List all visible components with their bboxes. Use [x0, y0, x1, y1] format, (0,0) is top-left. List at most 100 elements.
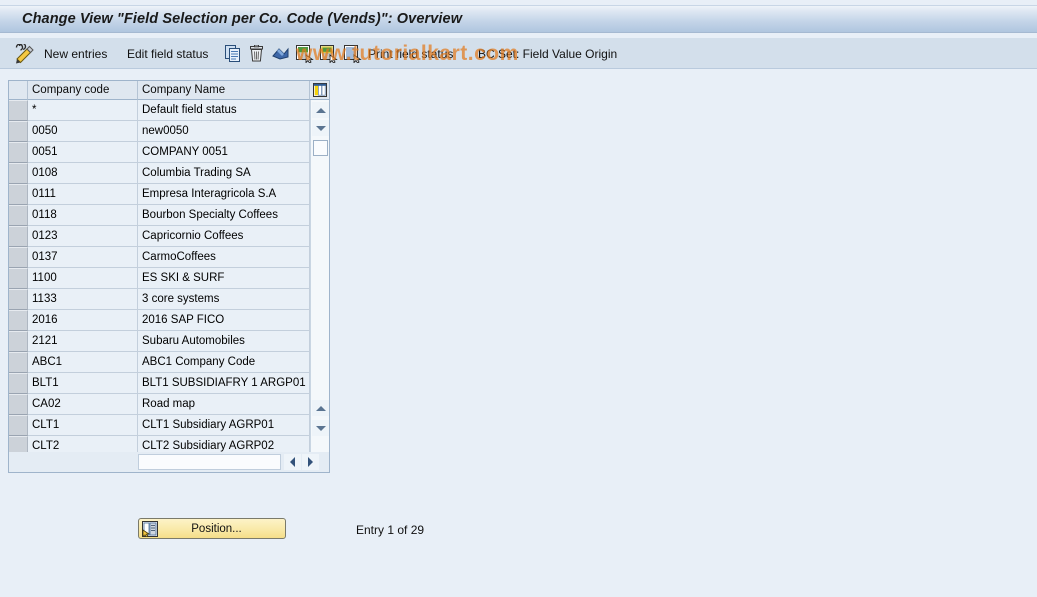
row-selector-button[interactable]: [9, 142, 28, 163]
row-selector-button[interactable]: [9, 268, 28, 289]
cell-company-code[interactable]: 2121: [28, 331, 138, 352]
scroll-left-button[interactable]: [284, 454, 301, 470]
scroll-down-button[interactable]: [312, 120, 329, 136]
row-selector-button[interactable]: [9, 436, 28, 452]
print-field-status-label: Print field status: [368, 46, 454, 61]
new-entries-button[interactable]: New entries: [44, 38, 107, 69]
scroll-page-down-button[interactable]: [312, 420, 329, 436]
cell-company-code[interactable]: 1100: [28, 268, 138, 289]
edit-pencil-icon[interactable]: [14, 38, 36, 69]
cell-company-code[interactable]: BLT1: [28, 373, 138, 394]
edit-field-status-button[interactable]: Edit field status: [127, 38, 208, 69]
column-settings-icon[interactable]: [310, 81, 329, 100]
select-all-icon[interactable]: [296, 38, 314, 69]
table-row[interactable]: BLT1 BLT1 SUBSIDIAFRY 1 ARGP01: [9, 373, 329, 394]
cell-company-code[interactable]: ABC1: [28, 352, 138, 373]
row-selector-button[interactable]: [9, 100, 28, 121]
entry-counter: Entry 1 of 29: [356, 523, 425, 537]
select-block-icon-glyph: [344, 44, 362, 64]
cell-company-code[interactable]: 2016: [28, 310, 138, 331]
cell-company-name[interactable]: Default field status: [138, 100, 310, 121]
copy-icon[interactable]: [225, 38, 241, 69]
cell-company-code[interactable]: 0118: [28, 205, 138, 226]
table-row[interactable]: 0123 Capricornio Coffees: [9, 226, 329, 247]
deselect-all-icon[interactable]: [320, 38, 338, 69]
table-row[interactable]: 2121 Subaru Automobiles: [9, 331, 329, 352]
cell-company-name[interactable]: COMPANY 0051: [138, 142, 310, 163]
cell-company-code[interactable]: CLT1: [28, 415, 138, 436]
position-button[interactable]: Position...: [138, 518, 286, 539]
cell-company-code[interactable]: CLT2: [28, 436, 138, 452]
table-row[interactable]: 0111 Empresa Interagricola S.A: [9, 184, 329, 205]
table-row[interactable]: CLT1 CLT1 Subsidiary AGRP01: [9, 415, 329, 436]
cell-company-name[interactable]: Road map: [138, 394, 310, 415]
row-selector-button[interactable]: [9, 226, 28, 247]
cell-company-name[interactable]: ABC1 Company Code: [138, 352, 310, 373]
row-selector-button[interactable]: [9, 205, 28, 226]
cell-company-code[interactable]: 0123: [28, 226, 138, 247]
row-selector-button[interactable]: [9, 415, 28, 436]
table-row[interactable]: 0118 Bourbon Specialty Coffees: [9, 205, 329, 226]
cell-company-name[interactable]: BLT1 SUBSIDIAFRY 1 ARGP01: [138, 373, 310, 394]
table-row[interactable]: * Default field status: [9, 100, 329, 121]
cell-company-code[interactable]: 1133: [28, 289, 138, 310]
cell-company-code[interactable]: 0108: [28, 163, 138, 184]
undo-icon[interactable]: [271, 38, 290, 69]
row-selector-button[interactable]: [9, 373, 28, 394]
table-row[interactable]: 0051 COMPANY 0051: [9, 142, 329, 163]
cell-company-name[interactable]: CLT2 Subsidiary AGRP02: [138, 436, 310, 452]
row-selector-button[interactable]: [9, 247, 28, 268]
bc-set-field-value-origin-button[interactable]: BC Set: Field Value Origin: [478, 38, 617, 69]
table-row[interactable]: ABC1 ABC1 Company Code: [9, 352, 329, 373]
row-selector-button[interactable]: [9, 289, 28, 310]
header-select-all-cell[interactable]: [9, 81, 28, 100]
table-row[interactable]: 0137 CarmoCoffees: [9, 247, 329, 268]
table-row[interactable]: 1133 3 core systems: [9, 289, 329, 310]
cell-company-name[interactable]: Capricornio Coffees: [138, 226, 310, 247]
table-row[interactable]: 0050 new0050: [9, 121, 329, 142]
cell-company-name[interactable]: Bourbon Specialty Coffees: [138, 205, 310, 226]
cell-company-code[interactable]: CA02: [28, 394, 138, 415]
table-header-row: Company code Company Name: [9, 81, 329, 100]
table-row[interactable]: 0108 Columbia Trading SA: [9, 163, 329, 184]
cell-company-code[interactable]: 0051: [28, 142, 138, 163]
window-title-bar: Change View "Field Selection per Co. Cod…: [0, 5, 1037, 33]
delete-trash-icon[interactable]: [249, 38, 264, 69]
cell-company-name[interactable]: CarmoCoffees: [138, 247, 310, 268]
table-horizontal-scrollbar[interactable]: [9, 452, 329, 472]
cell-company-name[interactable]: 3 core systems: [138, 289, 310, 310]
row-selector-button[interactable]: [9, 121, 28, 142]
cell-company-code[interactable]: 0137: [28, 247, 138, 268]
row-selector-button[interactable]: [9, 163, 28, 184]
row-selector-button[interactable]: [9, 184, 28, 205]
cell-company-name[interactable]: Empresa Interagricola S.A: [138, 184, 310, 205]
cell-company-name[interactable]: 2016 SAP FICO: [138, 310, 310, 331]
scrollbar-thumb[interactable]: [313, 140, 328, 156]
scroll-page-up-button[interactable]: [312, 400, 329, 416]
cell-company-name[interactable]: CLT1 Subsidiary AGRP01: [138, 415, 310, 436]
cell-company-name[interactable]: ES SKI & SURF: [138, 268, 310, 289]
row-selector-button[interactable]: [9, 310, 28, 331]
table-row[interactable]: 2016 2016 SAP FICO: [9, 310, 329, 331]
cell-company-code[interactable]: *: [28, 100, 138, 121]
print-field-status-button[interactable]: Print field status: [368, 38, 453, 69]
scroll-up-button[interactable]: [312, 102, 329, 118]
cell-company-code[interactable]: 0050: [28, 121, 138, 142]
cell-company-name[interactable]: Columbia Trading SA: [138, 163, 310, 184]
scroll-right-button[interactable]: [302, 454, 319, 470]
select-block-icon[interactable]: [344, 38, 362, 69]
cell-company-name[interactable]: Subaru Automobiles: [138, 331, 310, 352]
row-selector-button[interactable]: [9, 331, 28, 352]
cell-company-name[interactable]: new0050: [138, 121, 310, 142]
chevron-down-icon: [315, 425, 326, 431]
header-company-name[interactable]: Company Name: [138, 81, 310, 100]
table-row[interactable]: CA02 Road map: [9, 394, 329, 415]
table-vertical-scrollbar[interactable]: [310, 100, 329, 452]
horizontal-scroll-track[interactable]: [138, 454, 281, 470]
table-row[interactable]: 1100 ES SKI & SURF: [9, 268, 329, 289]
row-selector-button[interactable]: [9, 352, 28, 373]
table-row[interactable]: CLT2 CLT2 Subsidiary AGRP02: [9, 436, 329, 452]
cell-company-code[interactable]: 0111: [28, 184, 138, 205]
row-selector-button[interactable]: [9, 394, 28, 415]
header-company-code[interactable]: Company code: [28, 81, 138, 100]
